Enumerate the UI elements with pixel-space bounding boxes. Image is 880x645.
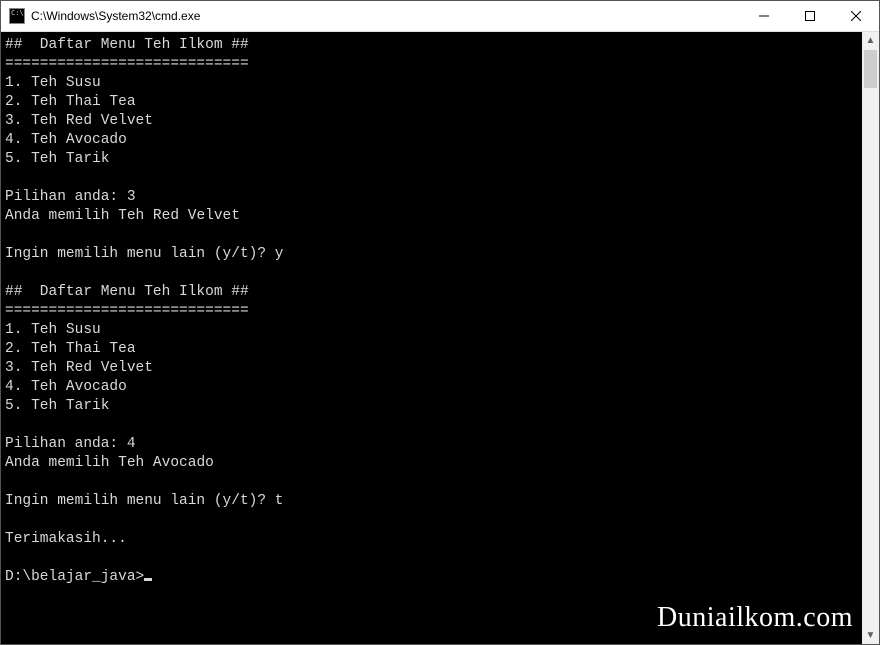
thanks-line: Terimakasih... <box>5 531 127 547</box>
confirm-prefix: Anda memilih <box>5 208 118 224</box>
window-controls <box>741 1 879 31</box>
menu-header: ## Daftar Menu Teh Ilkom ## <box>5 284 249 300</box>
maximize-button[interactable] <box>787 1 833 31</box>
minimize-button[interactable] <box>741 1 787 31</box>
menu-item: 1. Teh Susu <box>5 322 101 338</box>
vertical-scrollbar[interactable]: ▲ ▼ <box>862 32 879 644</box>
choice-value: 4 <box>127 436 136 452</box>
cmd-window: C:\Windows\System32\cmd.exe ## Daftar Me… <box>0 0 880 645</box>
again-value: y <box>275 246 284 262</box>
divider: ============================ <box>5 56 249 72</box>
menu-item: 1. Teh Susu <box>5 75 101 91</box>
again-value: t <box>275 493 284 509</box>
again-prompt: Ingin memilih menu lain (y/t)? <box>5 493 275 509</box>
menu-item: 2. Teh Thai Tea <box>5 341 136 357</box>
cmd-icon <box>9 8 25 24</box>
cursor-icon <box>144 578 152 581</box>
terminal-output[interactable]: ## Daftar Menu Teh Ilkom ## ============… <box>1 32 862 644</box>
menu-item: 4. Teh Avocado <box>5 379 127 395</box>
menu-item: 5. Teh Tarik <box>5 398 109 414</box>
scroll-down-icon[interactable]: ▼ <box>862 627 879 644</box>
menu-item: 3. Teh Red Velvet <box>5 360 153 376</box>
divider: ============================ <box>5 303 249 319</box>
scroll-thumb[interactable] <box>864 50 877 88</box>
cwd-prompt: D:\belajar_java> <box>5 569 144 585</box>
choice-prompt: Pilihan anda: <box>5 189 127 205</box>
choice-value: 3 <box>127 189 136 205</box>
content-area: ## Daftar Menu Teh Ilkom ## ============… <box>1 32 879 644</box>
window-title: C:\Windows\System32\cmd.exe <box>31 9 200 23</box>
scroll-up-icon[interactable]: ▲ <box>862 32 879 49</box>
menu-item: 3. Teh Red Velvet <box>5 113 153 129</box>
titlebar[interactable]: C:\Windows\System32\cmd.exe <box>1 1 879 32</box>
menu-item: 5. Teh Tarik <box>5 151 109 167</box>
menu-item: 2. Teh Thai Tea <box>5 94 136 110</box>
again-prompt: Ingin memilih menu lain (y/t)? <box>5 246 275 262</box>
menu-item: 4. Teh Avocado <box>5 132 127 148</box>
selected-item: Teh Avocado <box>118 455 214 471</box>
confirm-prefix: Anda memilih <box>5 455 118 471</box>
menu-header: ## Daftar Menu Teh Ilkom ## <box>5 37 249 53</box>
selected-item: Teh Red Velvet <box>118 208 240 224</box>
close-button[interactable] <box>833 1 879 31</box>
choice-prompt: Pilihan anda: <box>5 436 127 452</box>
